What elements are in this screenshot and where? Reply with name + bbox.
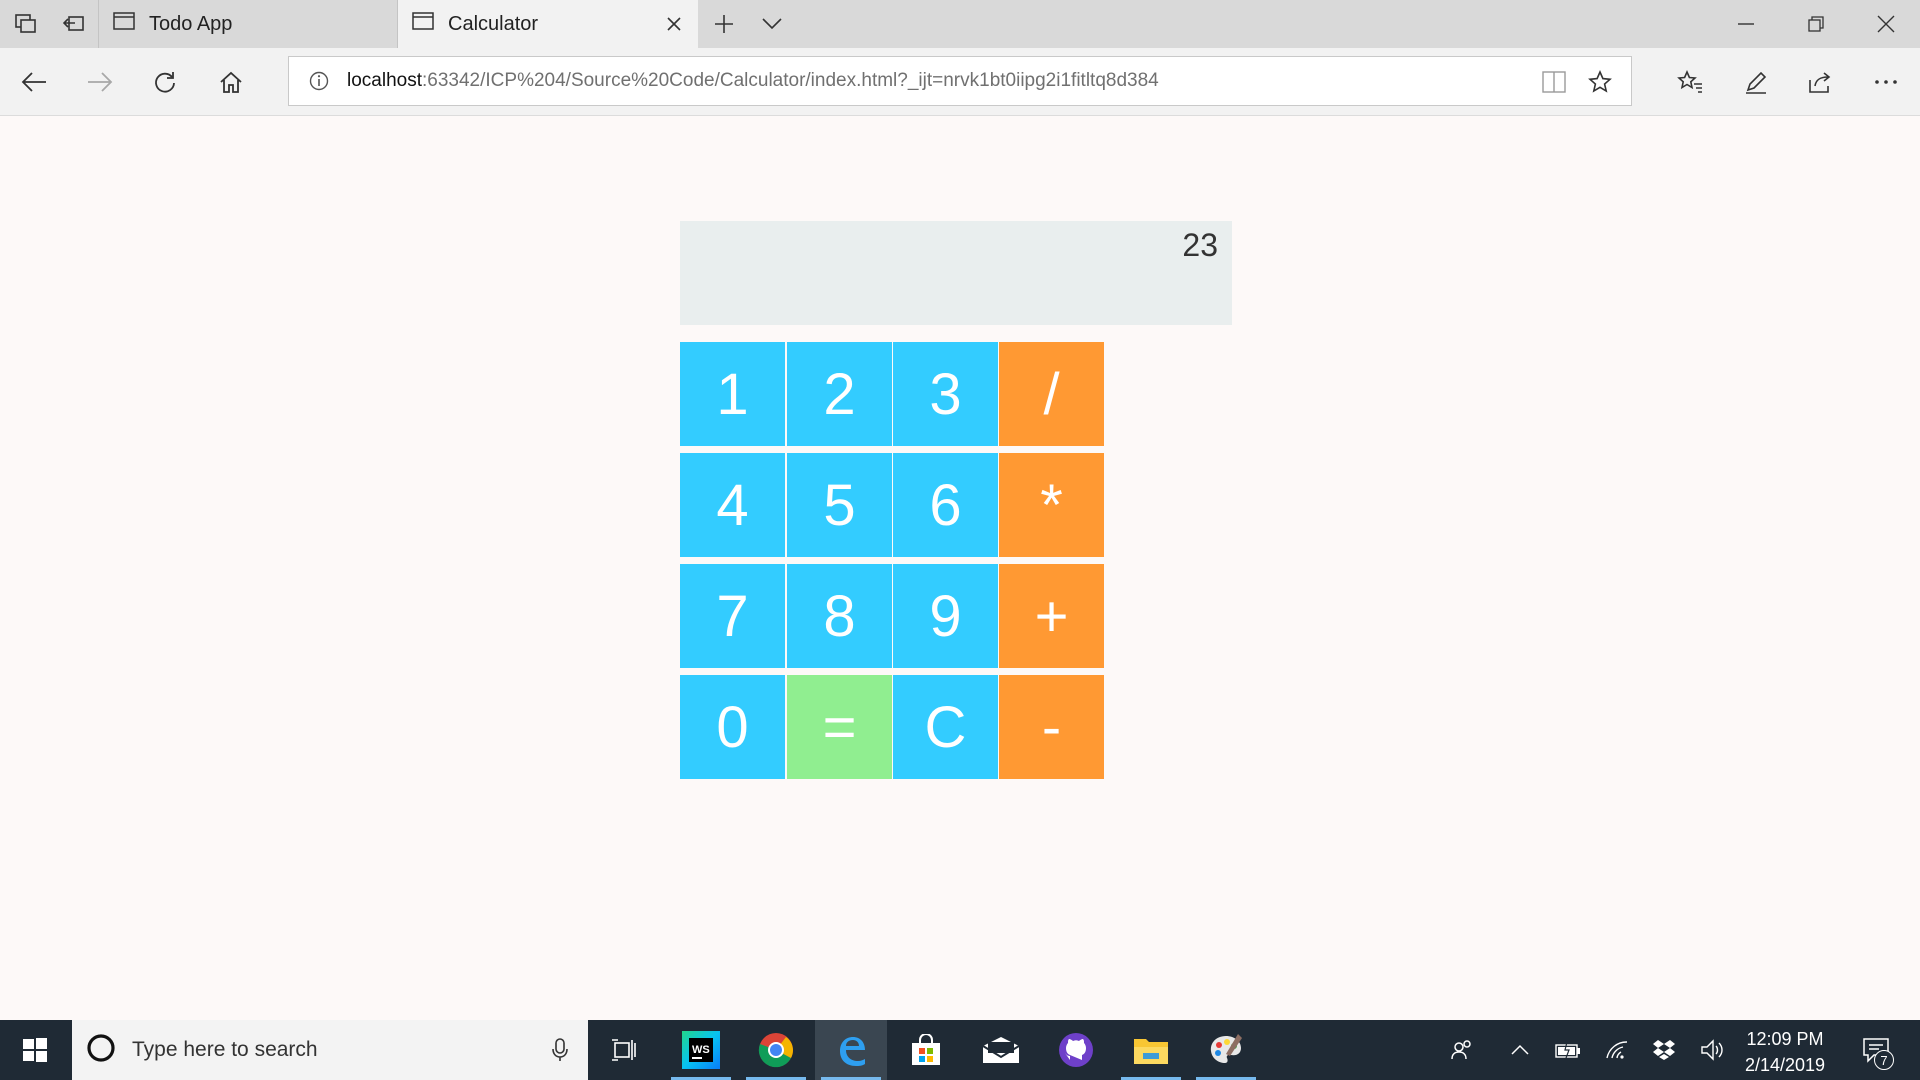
paint-icon[interactable] <box>1190 1020 1262 1080</box>
restore-window-icon[interactable] <box>1782 0 1850 48</box>
tab-todo-app[interactable]: Todo App <box>98 0 398 48</box>
tabs-aside-icon[interactable] <box>2 0 50 48</box>
close-window-icon[interactable] <box>1852 0 1920 48</box>
browser-tab-bar: Todo App Calculator <box>0 0 1920 48</box>
url-host: localhost <box>347 70 422 91</box>
refresh-icon[interactable] <box>145 62 185 102</box>
store-icon[interactable] <box>890 1020 962 1080</box>
key-0[interactable]: 0 <box>680 675 785 779</box>
chrome-icon[interactable] <box>740 1020 812 1080</box>
github-icon[interactable] <box>1040 1020 1112 1080</box>
forward-arrow-icon[interactable] <box>80 62 120 102</box>
edge-icon[interactable] <box>815 1020 887 1080</box>
key-4[interactable]: 4 <box>680 453 785 557</box>
key-9[interactable]: 9 <box>893 564 998 668</box>
taskbar-search-box[interactable]: Type here to search <box>72 1020 588 1080</box>
key-add[interactable]: + <box>999 564 1104 668</box>
mail-icon[interactable] <box>965 1020 1037 1080</box>
taskbar-clock[interactable]: 12:09 PM 2/14/2019 <box>1730 1026 1840 1078</box>
file-explorer-icon[interactable] <box>1115 1020 1187 1080</box>
restore-tabs-icon[interactable] <box>50 0 98 48</box>
more-options-icon[interactable] <box>1866 62 1906 102</box>
battery-icon[interactable] <box>1548 1020 1588 1080</box>
key-3[interactable]: 3 <box>893 342 998 446</box>
back-arrow-icon[interactable] <box>14 62 54 102</box>
key-subtract[interactable]: - <box>999 675 1104 779</box>
tab-calculator[interactable]: Calculator <box>398 0 698 48</box>
key-5[interactable]: 5 <box>787 453 892 557</box>
action-center-icon[interactable]: 7 <box>1846 1020 1906 1080</box>
wifi-icon[interactable] <box>1596 1020 1638 1080</box>
page-icon <box>412 12 434 36</box>
page-icon <box>113 12 135 36</box>
web-note-pen-icon[interactable] <box>1736 62 1776 102</box>
home-icon[interactable] <box>211 62 251 102</box>
key-6[interactable]: 6 <box>893 453 998 557</box>
dropbox-icon[interactable] <box>1644 1020 1684 1080</box>
tab-preview-chevron-icon[interactable] <box>748 0 796 48</box>
site-info-icon[interactable] <box>309 71 329 91</box>
key-8[interactable]: 8 <box>787 564 892 668</box>
clock-time: 12:09 PM <box>1746 1029 1824 1049</box>
favorite-star-icon[interactable] <box>1587 69 1613 95</box>
reading-view-icon[interactable] <box>1541 69 1567 95</box>
address-bar[interactable]: localhost:63342/ICP%204/Source%20Code/Ca… <box>288 56 1632 106</box>
calculator-display: 23 <box>680 221 1232 325</box>
microphone-icon[interactable] <box>552 1038 568 1067</box>
key-equals[interactable]: = <box>787 675 892 779</box>
calculator-keypad: 1 2 3 / 4 5 6 * 7 8 9 + 0 = C - <box>680 342 1104 779</box>
notification-count-badge: 7 <box>1874 1050 1894 1070</box>
favorites-hub-icon[interactable] <box>1670 62 1710 102</box>
key-clear[interactable]: C <box>893 675 998 779</box>
clock-date: 2/14/2019 <box>1744 1055 1826 1075</box>
display-value: 23 <box>1182 227 1218 263</box>
url-path: :63342/ICP%204/Source%20Code/Calculator/… <box>422 70 1159 91</box>
webstorm-icon[interactable]: WS <box>665 1020 737 1080</box>
new-tab-icon[interactable] <box>700 0 748 48</box>
key-1[interactable]: 1 <box>680 342 785 446</box>
volume-icon[interactable] <box>1692 1020 1732 1080</box>
tab-title: Todo App <box>149 12 233 35</box>
windows-start-icon[interactable] <box>0 1020 70 1080</box>
search-placeholder: Type here to search <box>132 1038 318 1061</box>
task-view-icon[interactable] <box>588 1020 660 1080</box>
key-2[interactable]: 2 <box>787 342 892 446</box>
people-icon[interactable] <box>1440 1020 1484 1080</box>
minimize-icon[interactable] <box>1712 0 1780 48</box>
windows-taskbar: Type here to search WS 12:09 PM 2/14/201… <box>0 1020 1920 1080</box>
url-text: localhost:63342/ICP%204/Source%20Code/Ca… <box>347 70 1159 92</box>
svg-text:WS: WS <box>692 1044 710 1056</box>
tab-title: Calculator <box>448 12 539 35</box>
key-multiply[interactable]: * <box>999 453 1104 557</box>
share-icon[interactable] <box>1800 62 1840 102</box>
key-divide[interactable]: / <box>999 342 1104 446</box>
cortana-circle-icon <box>86 1033 116 1068</box>
show-hidden-icons-chevron-icon[interactable] <box>1500 1020 1540 1080</box>
key-7[interactable]: 7 <box>680 564 785 668</box>
browser-nav-bar: localhost:63342/ICP%204/Source%20Code/Ca… <box>0 48 1920 116</box>
close-tab-icon[interactable] <box>664 14 684 34</box>
